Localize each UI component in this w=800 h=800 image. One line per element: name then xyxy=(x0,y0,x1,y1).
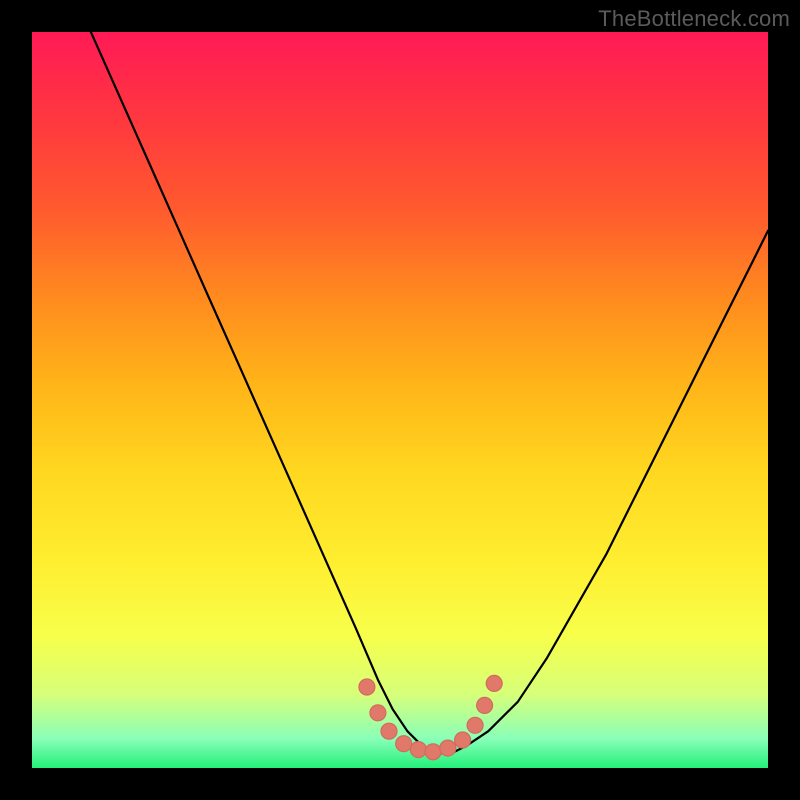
watermark-text: TheBottleneck.com xyxy=(598,6,790,32)
curve-marker xyxy=(359,679,375,695)
curve-marker xyxy=(370,705,386,721)
curve-marker xyxy=(396,736,412,752)
curve-marker xyxy=(381,723,397,739)
curve-marker xyxy=(477,697,493,713)
bottleneck-curve xyxy=(91,32,768,753)
curve-marker xyxy=(455,732,471,748)
curve-marker xyxy=(467,717,483,733)
curve-marker xyxy=(486,675,502,691)
curve-marker xyxy=(410,742,426,758)
plot-area xyxy=(32,32,768,768)
marker-group xyxy=(359,675,502,759)
curve-svg xyxy=(32,32,768,768)
curve-marker xyxy=(440,740,456,756)
outer-frame: TheBottleneck.com xyxy=(0,0,800,800)
curve-marker xyxy=(425,744,441,760)
